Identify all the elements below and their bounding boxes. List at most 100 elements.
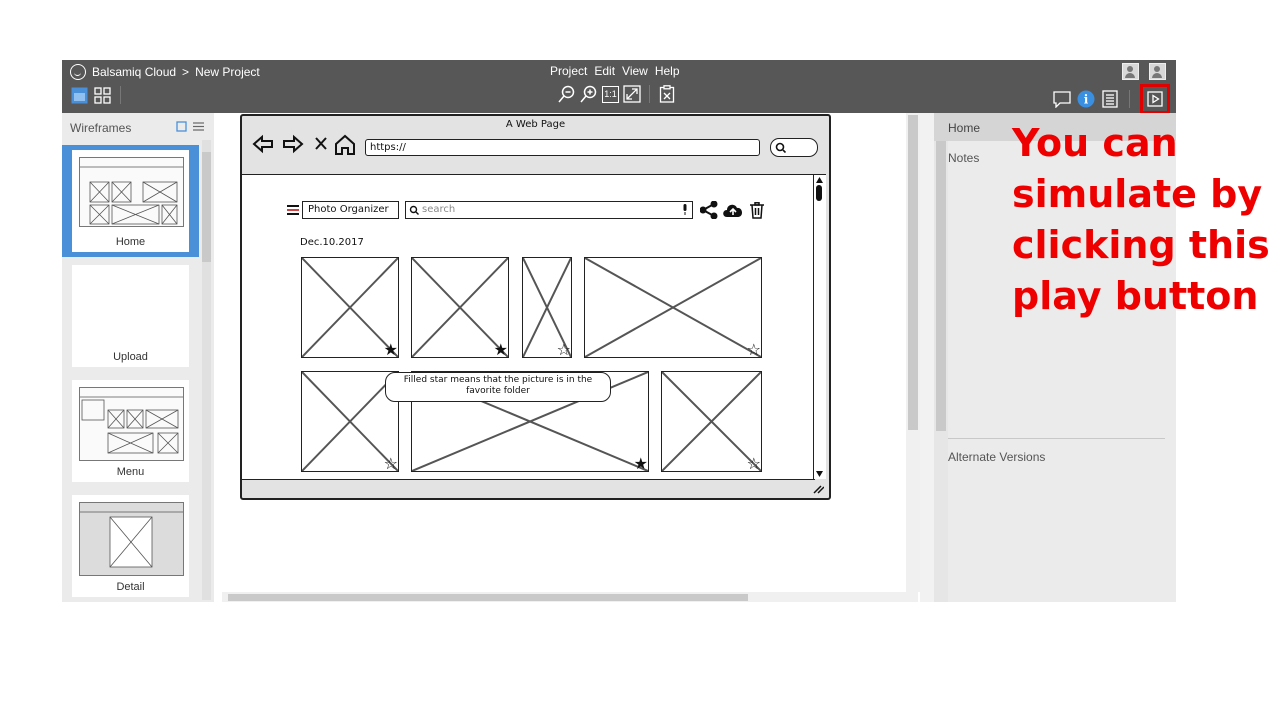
avatar[interactable]: [1122, 63, 1139, 80]
photo-placeholder[interactable]: ☆: [522, 257, 572, 358]
play-button[interactable]: [1146, 90, 1164, 108]
wireframe-thumbnail-detail[interactable]: Detail: [72, 495, 189, 597]
photo-placeholder[interactable]: ☆: [584, 257, 762, 358]
comment-icon: [1053, 90, 1071, 108]
thumbnail-label: Detail: [116, 581, 145, 593]
grid-view-button[interactable]: [93, 86, 111, 104]
canvas-horizontal-scrollbar[interactable]: [222, 592, 918, 602]
photo-placeholder[interactable]: ★: [411, 257, 509, 358]
search-field[interactable]: search: [405, 201, 693, 219]
breadcrumb: Balsamiq Cloud > New Project: [70, 64, 260, 80]
thumbnail-preview: [79, 157, 184, 227]
menu-view[interactable]: View: [622, 64, 648, 78]
actual-size-button[interactable]: 1:1: [602, 85, 619, 103]
canvas-vertical-scrollbar[interactable]: [906, 113, 920, 592]
wireframe-scrollbar[interactable]: [813, 174, 826, 479]
scrollbar-thumb[interactable]: [202, 152, 211, 262]
home-icon: [335, 134, 355, 155]
forward-arrow-icon: [283, 134, 304, 154]
smiley-logo-icon: [70, 64, 86, 80]
scroll-down-icon[interactable]: [815, 470, 824, 478]
single-view-button[interactable]: [70, 86, 88, 104]
share-icon[interactable]: [700, 201, 718, 219]
svg-text:i: i: [1084, 93, 1089, 107]
divider: [649, 85, 650, 103]
browser-search-field[interactable]: [770, 138, 818, 157]
zoom-out-button[interactable]: [558, 85, 576, 103]
info-icon: i: [1077, 90, 1095, 108]
favorite-star-filled-icon[interactable]: ★: [634, 456, 648, 472]
divider: [1129, 90, 1130, 108]
url-field[interactable]: https://: [365, 139, 760, 156]
page-name: Home: [948, 121, 981, 135]
favorite-star-filled-icon[interactable]: ★: [384, 342, 398, 358]
browser-wireframe[interactable]: A Web Page https:// Photo Organizer sear…: [240, 114, 831, 500]
notes-button[interactable]: [1101, 90, 1119, 108]
info-button[interactable]: i: [1077, 90, 1095, 108]
photo-organizer-button[interactable]: Photo Organizer: [302, 201, 399, 219]
fit-screen-button[interactable]: [623, 85, 641, 103]
main-menu: Project Edit View Help: [550, 64, 680, 78]
favorite-star-empty-icon[interactable]: ☆: [747, 456, 761, 472]
thumbnail-preview: [79, 387, 184, 461]
panel-scrollbar[interactable]: [934, 113, 948, 602]
zoom-in-icon: [580, 85, 597, 103]
wireframe-thumbnail-menu[interactable]: Menu: [72, 380, 189, 482]
scrollbar-thumb[interactable]: [936, 141, 946, 431]
wireframe-thumbnail-upload[interactable]: Upload: [72, 265, 189, 367]
clipboard-button[interactable]: [658, 85, 676, 103]
play-button-highlight: [1140, 84, 1170, 114]
scroll-up-icon[interactable]: [815, 176, 824, 184]
favorite-tooltip: Filled star means that the picture is in…: [385, 372, 611, 402]
upload-cloud-icon[interactable]: [722, 202, 744, 218]
zoom-in-button[interactable]: [580, 85, 598, 103]
photo-placeholder[interactable]: ☆: [661, 371, 762, 472]
microphone-icon[interactable]: [681, 204, 689, 216]
search-icon: [409, 205, 419, 215]
wireframes-panel: Wireframes Home Upload Menu Detail: [62, 113, 214, 602]
divider: [120, 86, 121, 104]
scrollbar-thumb[interactable]: [228, 594, 748, 601]
resize-handle-icon[interactable]: [812, 484, 824, 494]
project-name[interactable]: New Project: [195, 65, 260, 79]
album-date: Dec.10.2017: [300, 237, 364, 248]
trash-icon[interactable]: [749, 202, 765, 219]
menu-project[interactable]: Project: [550, 64, 587, 78]
menu-edit[interactable]: Edit: [594, 64, 615, 78]
wireframe-window-title: A Web Page: [505, 119, 566, 130]
avatar[interactable]: [1149, 63, 1166, 80]
clipboard-icon: [659, 85, 675, 103]
collaborators: [1122, 63, 1166, 80]
comments-button[interactable]: [1053, 90, 1071, 108]
hamburger-menu-icon[interactable]: [287, 205, 299, 215]
scrollbar-thumb[interactable]: [908, 115, 918, 430]
zoom-toolbar: 1:1: [558, 85, 676, 103]
divider: [948, 438, 1165, 439]
breadcrumb-separator: >: [182, 65, 190, 79]
photo-placeholder[interactable]: ★: [301, 257, 399, 358]
list-view-icon[interactable]: [193, 121, 204, 132]
thumbnail-label: Upload: [113, 351, 148, 363]
view-toggle: [70, 86, 125, 104]
brand-name[interactable]: Balsamiq Cloud: [92, 65, 176, 79]
thumbnail-view-icon[interactable]: [176, 121, 187, 132]
favorite-star-empty-icon[interactable]: ☆: [557, 342, 571, 358]
wireframe-thumbnail-home[interactable]: Home: [72, 150, 189, 252]
favorite-star-filled-icon[interactable]: ★: [494, 342, 508, 358]
thumbnail-label: Menu: [116, 466, 145, 478]
notes-label[interactable]: Notes: [948, 151, 979, 165]
top-bar: Balsamiq Cloud > New Project Project Edi…: [62, 60, 1176, 114]
list-icon: [1102, 90, 1118, 108]
back-arrow-icon: [252, 134, 273, 154]
wireframe-page-content: Photo Organizer search Dec.10.2017 ★ ★ ☆…: [242, 174, 815, 480]
panel-view-options: [176, 121, 204, 132]
fit-screen-icon: [623, 85, 641, 103]
favorite-star-empty-icon[interactable]: ☆: [384, 456, 398, 472]
scrollbar-thumb[interactable]: [816, 185, 822, 201]
panel-scrollbar[interactable]: [202, 140, 211, 600]
menu-help[interactable]: Help: [655, 64, 680, 78]
grid-icon: [93, 86, 111, 104]
favorite-star-empty-icon[interactable]: ☆: [747, 342, 761, 358]
browser-nav-icons: [252, 134, 355, 155]
alternate-versions-label[interactable]: Alternate Versions: [948, 450, 1045, 464]
